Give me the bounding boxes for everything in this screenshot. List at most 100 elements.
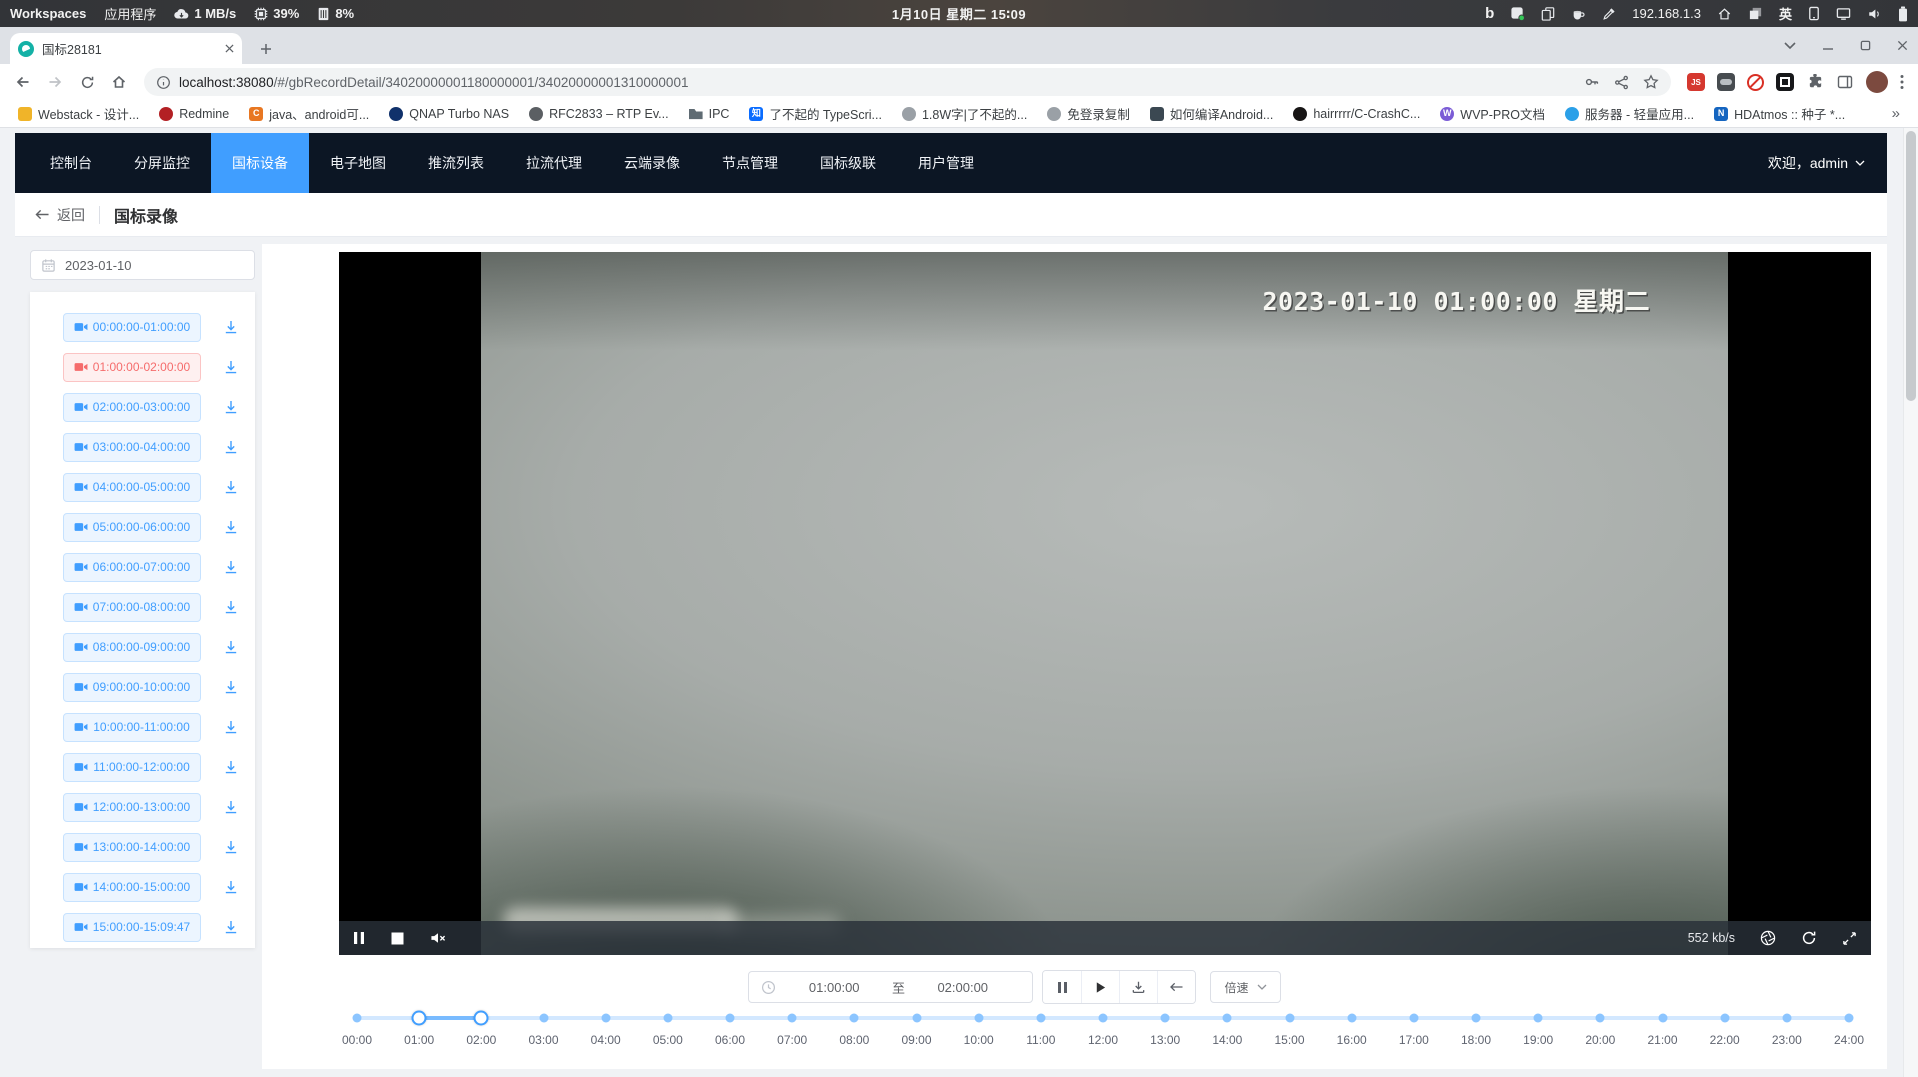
browser-tab[interactable]: 国标28181 [10,33,242,64]
segment-button[interactable]: 00:00:00-01:00:00 [63,313,201,342]
timeline-handle-start[interactable] [412,1011,427,1026]
browser-menu-icon[interactable] [1900,74,1904,90]
video-player[interactable]: 2023-01-10 01:00:00 星期二 552 kb/s [339,252,1871,955]
volume-tray-icon[interactable] [1867,7,1882,21]
nav-item[interactable]: 国标级联 [799,133,897,193]
segment-button[interactable]: 15:00:00-15:09:47 [63,913,201,942]
workspaces-button[interactable]: Workspaces [10,6,86,21]
nav-item[interactable]: 拉流代理 [505,133,603,193]
end-time-value[interactable]: 02:00:00 [905,980,1021,995]
start-time-value[interactable]: 01:00:00 [776,980,892,995]
home-tray-icon[interactable] [1717,7,1732,21]
nav-item[interactable]: 节点管理 [701,133,799,193]
pause-button[interactable] [353,931,365,945]
clipboard-tray-icon[interactable] [1541,6,1555,21]
timeline-handle-end[interactable] [474,1011,489,1026]
nav-item[interactable]: 云端录像 [603,133,701,193]
network-rate-indicator[interactable]: 1 MB/s [174,6,236,21]
blocker-extension-icon[interactable] [1747,74,1764,91]
bookmark-item[interactable]: 服务器 - 轻量应用... [1557,101,1702,126]
reload-button[interactable] [74,69,100,95]
display-tray-icon[interactable] [1836,7,1851,21]
coffee-cup-tray-icon[interactable] [1571,7,1586,21]
app-indicator-icon[interactable] [1510,6,1525,21]
page-scrollbar[interactable] [1903,128,1918,1077]
refresh-icon[interactable] [1801,930,1817,946]
nav-item[interactable]: 用户管理 [897,133,995,193]
side-panel-icon[interactable] [1836,73,1854,91]
segment-download-button[interactable] [223,599,239,615]
segment-button[interactable]: 05:00:00-06:00:00 [63,513,201,542]
bookmark-item[interactable]: 知 了不起的 TypeScri... [741,101,890,126]
bookmark-item[interactable]: 1.8W字|了不起的... [894,101,1035,126]
bookmark-item[interactable]: C java、android可... [241,101,377,126]
windows-stack-tray-icon[interactable] [1748,6,1763,21]
segment-download-button[interactable] [223,639,239,655]
time-range-input[interactable]: 01:00:00 至 02:00:00 [748,971,1033,1003]
segment-download-button[interactable] [223,719,239,735]
color-picker-tray-icon[interactable] [1602,7,1616,21]
window-maximize-button[interactable] [1860,40,1871,51]
segment-download-button[interactable] [223,559,239,575]
segment-button[interactable]: 07:00:00-08:00:00 [63,593,201,622]
segment-button[interactable]: 10:00:00-11:00:00 [63,713,201,742]
user-menu[interactable]: 欢迎，admin [1768,153,1887,173]
segment-button[interactable]: 12:00:00-13:00:00 [63,793,201,822]
address-bar[interactable]: localhost:38080/#/gbRecordDetail/3402000… [144,68,1671,96]
window-close-button[interactable] [1897,40,1908,51]
memory-usage-indicator[interactable]: 8% [317,6,354,21]
snapshot-aperture-icon[interactable] [1760,930,1776,946]
bookmark-item[interactable]: QNAP Turbo NAS [381,104,517,124]
bookmark-item[interactable]: W WVP-PRO文档 [1432,101,1553,126]
segment-download-button[interactable] [223,359,239,375]
mute-icon[interactable] [430,931,446,945]
seek-back-button[interactable] [1157,971,1195,1003]
playback-speed-dropdown[interactable]: 倍速 [1210,971,1280,1003]
segment-download-button[interactable] [223,439,239,455]
segment-button[interactable]: 08:00:00-09:00:00 [63,633,201,662]
timeline-slider[interactable]: 00:0001:0002:0003:0004:0005:0006:0007:00… [357,1016,1849,1076]
segment-download-button[interactable] [223,399,239,415]
share-icon[interactable] [1614,75,1629,90]
applications-menu[interactable]: 应用程序 [104,4,156,23]
segment-button[interactable]: 03:00:00-04:00:00 [63,433,201,462]
bookmark-item[interactable]: Redmine [151,104,237,124]
segment-download-button[interactable] [223,879,239,895]
segment-download-button[interactable] [223,319,239,335]
bookmark-item[interactable]: 免登录复制 [1039,101,1138,126]
date-picker-input[interactable]: 2023-01-10 [30,250,255,280]
password-key-icon[interactable] [1584,74,1600,90]
segment-button[interactable]: 06:00:00-07:00:00 [63,553,201,582]
stop-button[interactable] [391,932,404,945]
play-button[interactable] [1081,971,1119,1003]
cpu-usage-indicator[interactable]: 39% [254,6,299,21]
segment-download-button[interactable] [223,759,239,775]
js-extension-icon[interactable]: JS [1687,73,1705,91]
forward-button[interactable] [42,69,68,95]
segment-button[interactable]: 04:00:00-05:00:00 [63,473,201,502]
segment-button[interactable]: 13:00:00-14:00:00 [63,833,201,862]
battery-tray-icon[interactable] [1898,6,1908,22]
segment-download-button[interactable] [223,679,239,695]
segment-download-button[interactable] [223,839,239,855]
segment-button[interactable]: 11:00:00-12:00:00 [63,753,201,782]
segment-button[interactable]: 01:00:00-02:00:00 [63,353,201,382]
bookmark-item[interactable]: IPC [681,104,738,124]
window-minimize-button[interactable] [1822,40,1834,52]
extension-icon-dark[interactable] [1717,73,1735,91]
bookmark-item[interactable]: hairrrrr/C-CrashC... [1285,104,1428,124]
bookmark-star-icon[interactable] [1643,74,1659,90]
input-language-indicator[interactable]: 英 [1779,4,1792,23]
tab-close-icon[interactable] [225,44,234,53]
home-button[interactable] [106,69,132,95]
nav-item[interactable]: 控制台 [29,133,113,193]
segment-download-button[interactable] [223,479,239,495]
segment-download-button[interactable] [223,519,239,535]
bookmarks-overflow-chevron[interactable]: » [1884,105,1908,122]
nav-item[interactable]: 分屏监控 [113,133,211,193]
profile-avatar[interactable] [1866,71,1888,93]
tab-search-chevron-icon[interactable] [1784,42,1796,50]
nav-item[interactable]: 推流列表 [407,133,505,193]
new-tab-button[interactable] [254,37,278,61]
extensions-puzzle-icon[interactable] [1806,73,1824,91]
